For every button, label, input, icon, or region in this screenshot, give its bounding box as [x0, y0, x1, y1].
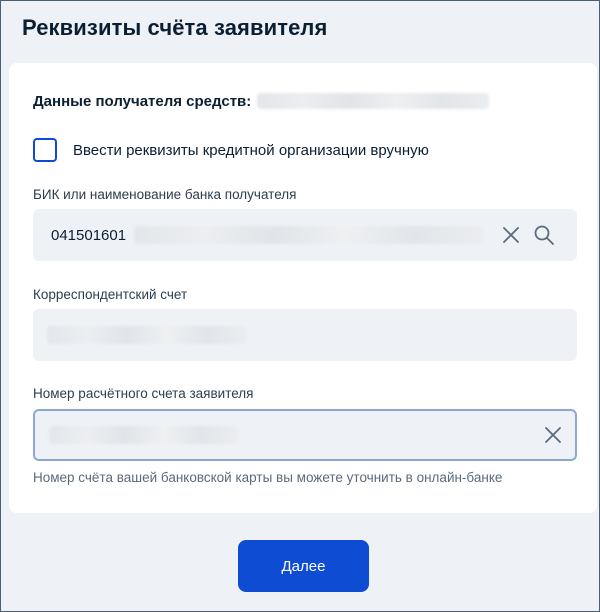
- bank-search-input[interactable]: 041501601: [33, 209, 577, 261]
- manual-entry-checkbox[interactable]: [33, 138, 57, 162]
- form-card: Данные получателя средств: Ввести реквиз…: [9, 63, 597, 513]
- account-number-redacted: [49, 426, 239, 444]
- recipient-row: Данные получателя средств:: [33, 91, 490, 111]
- recipient-label: Данные получателя средств:: [33, 92, 252, 110]
- bank-name-redacted: [134, 226, 485, 244]
- bank-bik-value: 041501601: [51, 226, 127, 244]
- next-button[interactable]: Далее: [238, 540, 369, 592]
- manual-entry-checkbox-row[interactable]: Ввести реквизиты кредитной организации в…: [33, 138, 429, 162]
- window-frame: Реквизиты счёта заявителя Данные получат…: [0, 0, 600, 612]
- close-icon[interactable]: [499, 223, 523, 247]
- account-number-input[interactable]: [33, 409, 577, 461]
- close-icon[interactable]: [541, 423, 565, 447]
- correspondent-account-field: [33, 309, 577, 361]
- account-field-label: Номер расчётного счета заявителя: [33, 386, 254, 401]
- correspondent-account-redacted: [47, 326, 247, 344]
- bank-field-label: БИК или наименование банка получателя: [33, 187, 297, 202]
- manual-entry-label[interactable]: Ввести реквизиты кредитной организации в…: [73, 142, 429, 159]
- account-hint: Номер счёта вашей банковской карты вы мо…: [33, 470, 503, 485]
- correspondent-field-label: Корреспондентский счет: [33, 287, 188, 302]
- search-icon[interactable]: [532, 223, 556, 247]
- recipient-name-redacted: [257, 93, 490, 109]
- page-title: Реквизиты счёта заявителя: [22, 15, 328, 40]
